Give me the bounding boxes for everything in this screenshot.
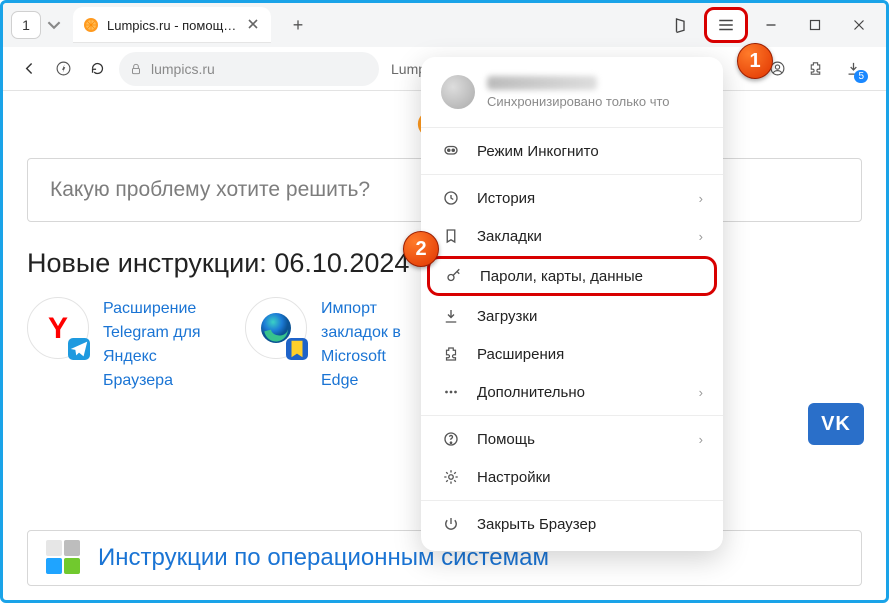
chevron-right-icon: ›	[699, 385, 703, 400]
puzzle-icon	[441, 345, 461, 363]
menu-item-incognito[interactable]: Режим Инкогнито	[421, 132, 723, 170]
menu-item-extensions[interactable]: Расширения	[421, 335, 723, 373]
sync-status: Синхронизировано только что	[487, 94, 670, 109]
menu-label: Загрузки	[477, 308, 537, 325]
menu-separator	[421, 174, 723, 175]
menu-user-section[interactable]: Синхронизировано только что	[421, 67, 723, 123]
menu-separator	[421, 415, 723, 416]
main-menu-button[interactable]	[704, 7, 748, 43]
extensions-icon[interactable]	[798, 53, 832, 85]
nav-back-button[interactable]	[13, 53, 45, 85]
telegram-mini-icon	[68, 338, 90, 360]
tab-counter[interactable]: 1	[11, 11, 41, 39]
menu-separator	[421, 127, 723, 128]
menu-label: Режим Инкогнито	[477, 143, 599, 160]
menu-label: Закрыть Браузер	[477, 516, 596, 533]
menu-item-help[interactable]: Помощь ›	[421, 420, 723, 458]
menu-item-settings[interactable]: Настройки	[421, 458, 723, 496]
more-icon	[441, 383, 461, 401]
new-tab-button[interactable]: +	[283, 10, 313, 40]
sidebar-toggle-icon[interactable]	[660, 7, 702, 43]
menu-item-downloads[interactable]: Загрузки	[421, 297, 723, 335]
window-maximize-button[interactable]	[794, 7, 836, 43]
tab-title: Lumpics.ru - помощь с	[107, 18, 237, 33]
menu-item-more[interactable]: Дополнительно ›	[421, 373, 723, 411]
menu-separator	[421, 500, 723, 501]
window-titlebar: 1 Lumpics.ru - помощь с +	[3, 3, 886, 47]
url-domain: lumpics.ru	[151, 61, 215, 77]
menu-label: Пароли, карты, данные	[480, 268, 643, 285]
lock-icon	[129, 62, 143, 76]
chevron-right-icon: ›	[699, 191, 703, 206]
article-title: Импорт закладок в Microsoft Edge	[321, 297, 401, 393]
window-close-button[interactable]	[838, 7, 880, 43]
article-card[interactable]: Y Расширение Telegram для Яндекс Браузер…	[27, 297, 217, 393]
avatar	[441, 75, 475, 109]
menu-label: Дополнительно	[477, 384, 585, 401]
user-name-blurred	[487, 76, 597, 90]
menu-item-history[interactable]: История ›	[421, 179, 723, 217]
browser-tab[interactable]: Lumpics.ru - помощь с	[73, 7, 271, 43]
menu-item-close-browser[interactable]: Закрыть Браузер	[421, 505, 723, 543]
reload-button[interactable]	[81, 53, 113, 85]
bookmark-icon	[441, 227, 461, 245]
url-field[interactable]: lumpics.ru	[119, 52, 379, 86]
main-menu-dropdown: Синхронизировано только что Режим Инкогн…	[421, 57, 723, 551]
bookmark-mini-icon	[286, 338, 308, 360]
chevron-right-icon: ›	[699, 229, 703, 244]
downloads-button[interactable]: 5	[836, 53, 870, 85]
menu-label: Помощь	[477, 431, 535, 448]
downloads-count-badge: 5	[854, 70, 868, 83]
menu-label: Расширения	[477, 346, 564, 363]
menu-label: Закладки	[477, 228, 542, 245]
gear-icon	[441, 468, 461, 486]
menu-item-bookmarks[interactable]: Закладки ›	[421, 217, 723, 255]
power-icon	[441, 515, 461, 533]
history-icon	[441, 189, 461, 207]
menu-label: История	[477, 190, 535, 207]
article-card[interactable]: Импорт закладок в Microsoft Edge	[245, 297, 435, 393]
window-minimize-button[interactable]	[750, 7, 792, 43]
annotation-callout-2: 2	[403, 231, 439, 267]
yandex-home-icon[interactable]	[47, 53, 79, 85]
vk-share-button[interactable]: VK	[808, 403, 864, 445]
os-quad-icon	[46, 540, 82, 576]
incognito-icon	[441, 142, 461, 160]
svg-text:Y: Y	[48, 312, 68, 345]
annotation-callout-1: 1	[737, 43, 773, 79]
orange-slice-icon	[83, 17, 99, 33]
tab-close-icon[interactable]	[245, 17, 261, 33]
menu-label: Настройки	[477, 469, 551, 486]
tab-counter-chevron-icon[interactable]	[47, 18, 61, 32]
download-icon	[441, 307, 461, 325]
menu-item-passwords[interactable]: Пароли, карты, данные	[427, 256, 717, 296]
yandex-logo-icon: Y	[27, 297, 89, 359]
chevron-right-icon: ›	[699, 432, 703, 447]
edge-logo-icon	[245, 297, 307, 359]
article-title: Расширение Telegram для Яндекс Браузера	[103, 297, 201, 393]
help-icon	[441, 430, 461, 448]
key-icon	[444, 267, 464, 285]
